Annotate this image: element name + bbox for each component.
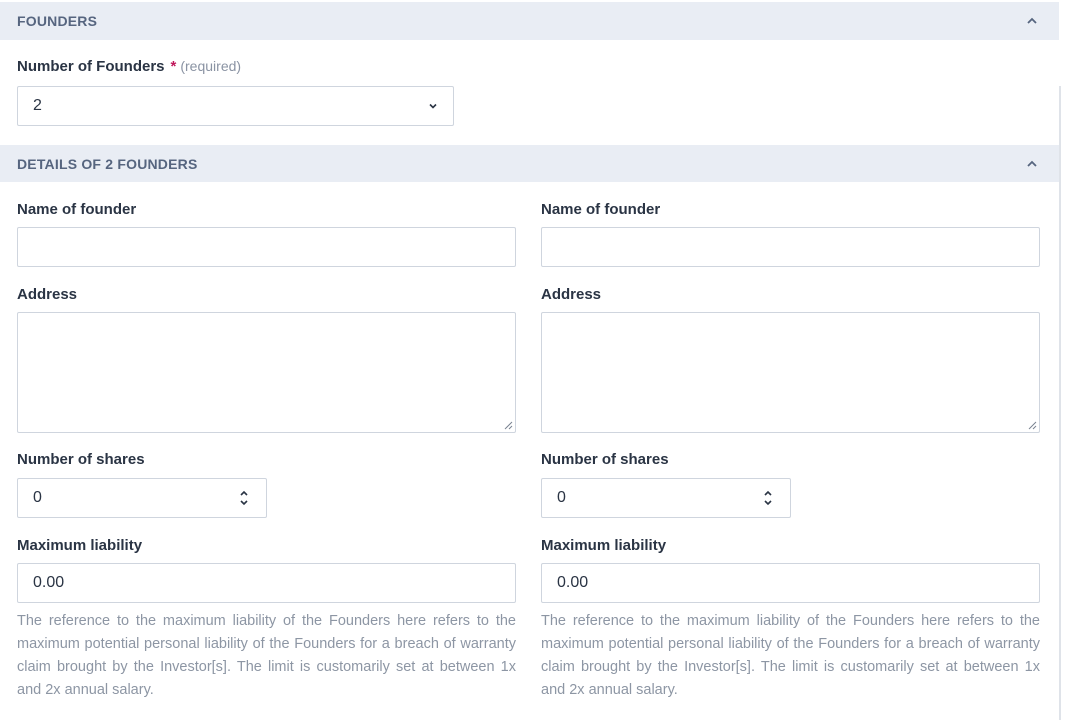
founder-1-liability-help: The reference to the maximum liability o…: [17, 613, 516, 698]
spinner-arrows-icon[interactable]: [239, 489, 249, 507]
details-section-title: DETAILS OF 2 FOUNDERS: [17, 155, 198, 172]
founder-2-liability-label: Maximum liability: [541, 537, 667, 554]
required-star: *: [170, 58, 177, 75]
founder-2-liability-input[interactable]: 0.00: [541, 563, 1040, 603]
chevron-up-icon[interactable]: [1025, 14, 1039, 28]
founders-section-title: FOUNDERS: [17, 13, 98, 29]
resize-grip-icon[interactable]: [1026, 419, 1037, 430]
chevron-up-icon[interactable]: [1025, 157, 1039, 171]
founder-1-shares-label: Number of shares: [17, 451, 145, 468]
vertical-scrollbar[interactable]: [1059, 86, 1066, 720]
founder-1-address-textarea[interactable]: [17, 312, 516, 433]
founder-2-name-input[interactable]: [541, 227, 1040, 267]
founder-2-address-textarea[interactable]: [541, 312, 1040, 433]
founder-2-address-label: Address: [541, 286, 602, 303]
resize-grip-icon[interactable]: [502, 419, 513, 430]
founder-2-liability-value: 0.00: [557, 574, 589, 591]
founders-section-header[interactable]: FOUNDERS: [0, 2, 1059, 40]
founder-2-liability-help: The reference to the maximum liability o…: [541, 613, 1040, 698]
founder-1-name-input[interactable]: [17, 227, 516, 267]
number-of-founders-text: Number of Founders: [17, 58, 165, 75]
founder-2-shares-label: Number of shares: [541, 451, 669, 468]
details-section-header[interactable]: DETAILS OF 2 FOUNDERS: [0, 145, 1059, 182]
founder-1-liability-label: Maximum liability: [17, 537, 143, 554]
number-of-founders-value: 2: [33, 97, 42, 114]
founder-1-shares-value: 0: [33, 489, 42, 506]
founder-1-liability-value: 0.00: [33, 574, 65, 591]
spinner-arrows-icon[interactable]: [763, 489, 773, 507]
founder-2-name-label: Name of founder: [541, 201, 661, 218]
founder-1-liability-input[interactable]: 0.00: [17, 563, 516, 603]
founder-1-shares-stepper[interactable]: 0: [17, 478, 267, 518]
number-of-founders-label: Number of Founders * (required): [17, 58, 241, 75]
required-text: (required): [180, 58, 242, 74]
founder-2-shares-value: 0: [557, 489, 566, 506]
chevron-down-icon: [429, 103, 437, 109]
founder-1-address-label: Address: [17, 286, 78, 303]
number-of-founders-select[interactable]: 2: [17, 86, 454, 126]
founder-2-shares-stepper[interactable]: 0: [541, 478, 791, 518]
founder-1-name-label: Name of founder: [17, 201, 137, 218]
